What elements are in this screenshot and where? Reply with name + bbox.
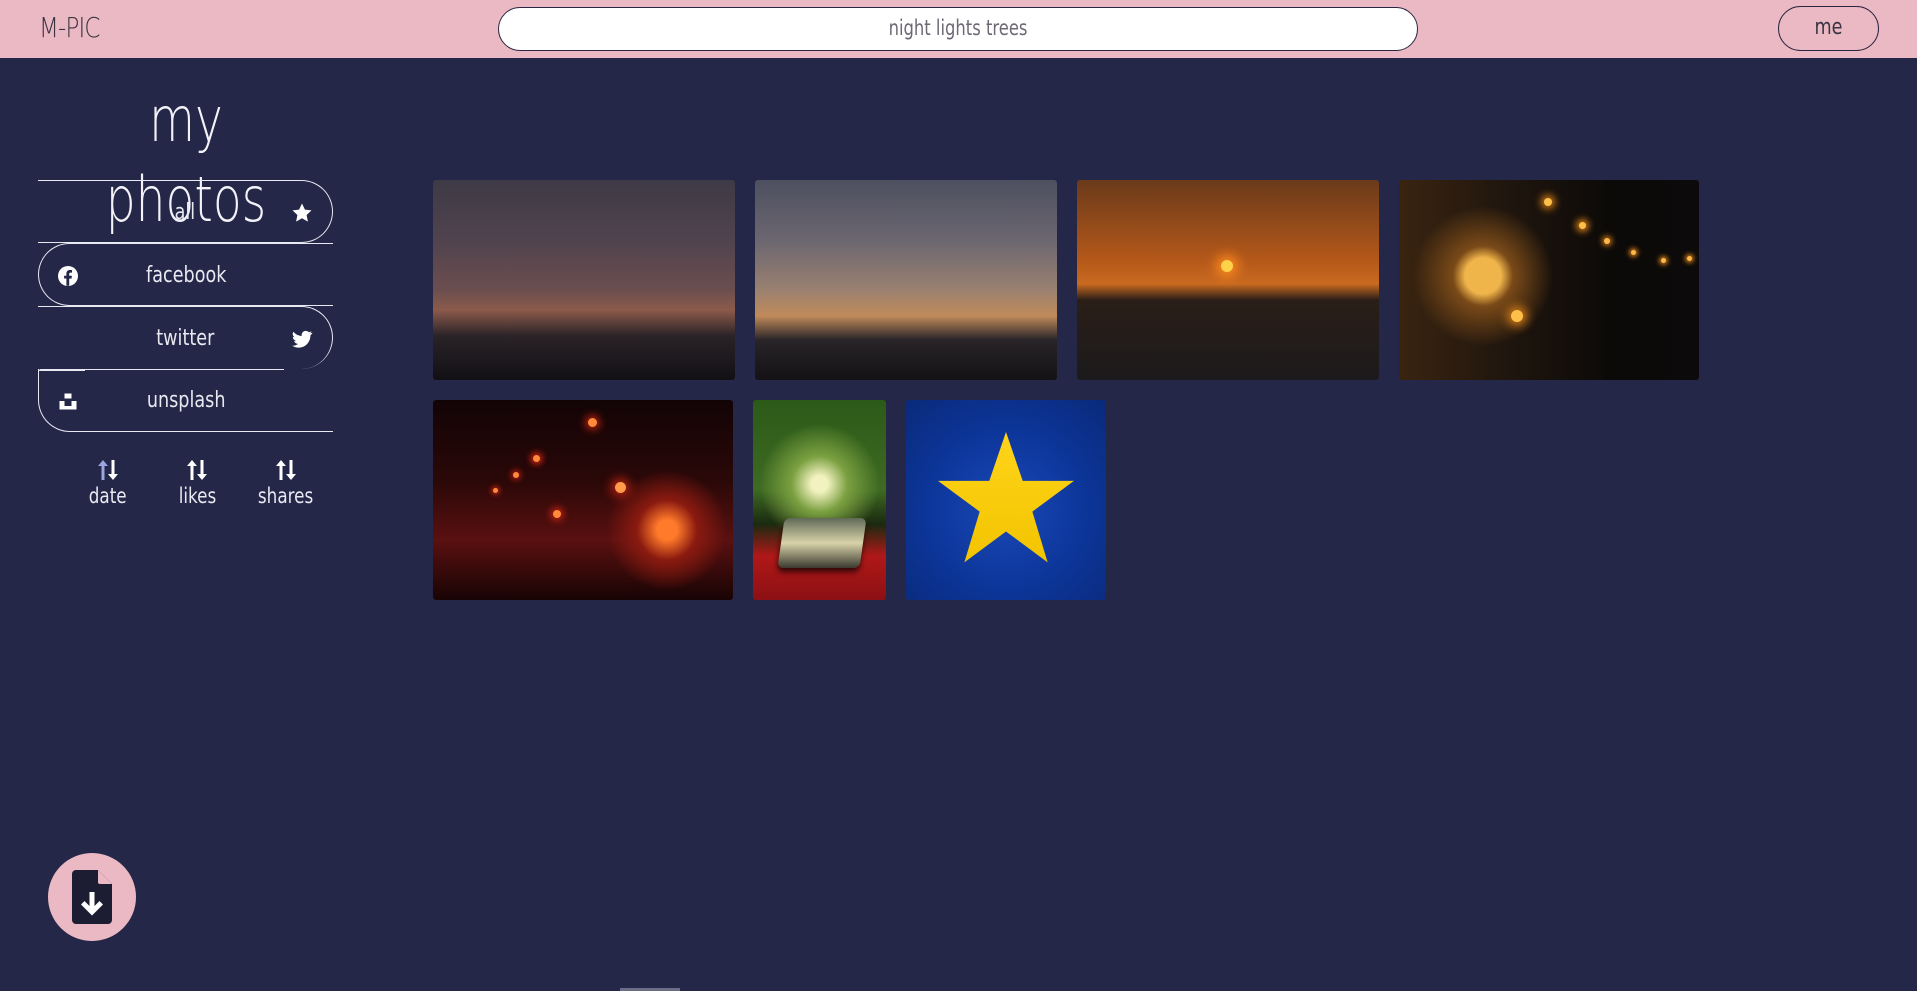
twitter-icon bbox=[292, 330, 313, 348]
light-bulb bbox=[1661, 258, 1666, 263]
sort-options: date likes shares bbox=[60, 455, 320, 520]
source-filter-label: unsplash bbox=[146, 388, 226, 413]
sort-arrows-icon bbox=[98, 460, 118, 480]
lantern bbox=[513, 472, 519, 478]
source-filter-all[interactable]: all bbox=[38, 180, 333, 243]
sort-label: date bbox=[89, 484, 127, 508]
export-button[interactable] bbox=[48, 853, 136, 941]
photo-thumbnail[interactable] bbox=[753, 400, 886, 600]
photo-thumbnail[interactable] bbox=[433, 400, 733, 600]
light-bulb bbox=[1687, 256, 1692, 261]
light-bulb bbox=[1544, 198, 1552, 206]
facebook-icon bbox=[58, 266, 78, 286]
top-bar: M-PIC night lights trees me bbox=[0, 0, 1917, 58]
sort-arrows-icon bbox=[187, 460, 207, 480]
photo-thumbnail[interactable] bbox=[1399, 180, 1699, 380]
user-button[interactable]: me bbox=[1778, 6, 1879, 51]
sort-label: shares bbox=[258, 484, 314, 508]
file-download-icon bbox=[72, 870, 112, 924]
source-filter-unsplash[interactable]: unsplash bbox=[38, 369, 333, 432]
lantern bbox=[588, 418, 597, 427]
light-bulb bbox=[1579, 222, 1586, 229]
sort-by-shares[interactable]: shares bbox=[241, 455, 331, 520]
search-input-value: night lights trees bbox=[888, 16, 1028, 40]
sort-by-likes[interactable]: likes bbox=[152, 455, 242, 520]
lantern bbox=[493, 488, 498, 493]
lantern bbox=[533, 455, 540, 462]
source-filter-label: twitter bbox=[155, 326, 215, 351]
photo-thumbnail[interactable] bbox=[755, 180, 1057, 380]
sort-arrows-icon bbox=[276, 460, 296, 480]
lantern bbox=[615, 482, 626, 493]
photo-thumbnail[interactable] bbox=[906, 400, 1106, 600]
unsplash-icon bbox=[59, 393, 77, 410]
sun-glow bbox=[1221, 260, 1233, 272]
sort-by-date[interactable]: date bbox=[63, 455, 153, 520]
sort-label: likes bbox=[178, 484, 216, 508]
source-filter-label: all bbox=[174, 200, 196, 225]
source-filter-twitter[interactable]: twitter bbox=[38, 306, 333, 370]
user-button-label: me bbox=[1814, 15, 1843, 40]
lantern bbox=[553, 510, 561, 518]
app-logo[interactable]: M-PIC bbox=[39, 8, 100, 48]
photo-thumbnail[interactable] bbox=[433, 180, 735, 380]
star-icon bbox=[938, 432, 1074, 563]
source-filter-label: facebook bbox=[145, 263, 227, 288]
search-input[interactable]: night lights trees bbox=[498, 7, 1418, 51]
star-icon bbox=[292, 203, 312, 222]
photo-thumbnail[interactable] bbox=[1077, 180, 1379, 380]
page-title: my photos bbox=[105, 83, 267, 236]
light-bulb bbox=[1604, 238, 1610, 244]
light-bulb bbox=[1511, 310, 1523, 322]
light-bulb bbox=[1631, 250, 1636, 255]
source-filter-facebook[interactable]: facebook bbox=[38, 243, 333, 306]
phone-screen bbox=[777, 518, 867, 568]
